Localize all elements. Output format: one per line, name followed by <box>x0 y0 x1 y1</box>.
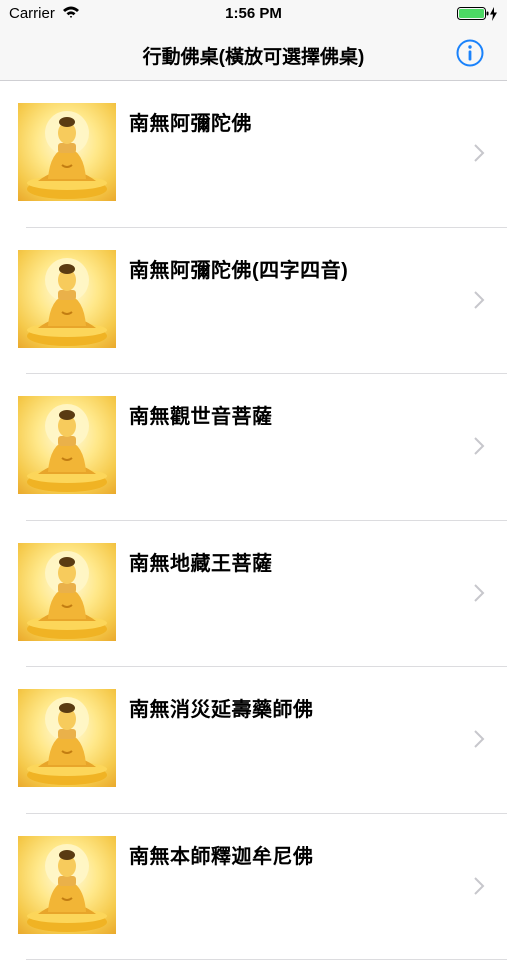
buddha-thumbnail <box>18 250 116 348</box>
list-item-label: 南無本師釋迦牟尼佛 <box>129 840 314 869</box>
list-item-label: 南無阿彌陀佛(四字四音) <box>129 254 348 283</box>
chevron-right-icon <box>473 436 485 456</box>
chevron-right-icon <box>473 583 485 603</box>
buddha-list: 南無阿彌陀佛 南無阿彌陀佛(四字四音) <box>0 81 507 960</box>
buddha-thumbnail <box>18 836 116 934</box>
battery-charging-icon <box>457 6 499 22</box>
list-item[interactable]: 南無地藏王菩薩 <box>0 521 507 668</box>
chevron-right-icon <box>473 290 485 310</box>
list-item-label: 南無觀世音菩薩 <box>129 400 273 429</box>
navigation-bar: 行動佛桌(橫放可選擇佛桌) <box>0 28 507 81</box>
list-item[interactable]: 南無觀世音菩薩 <box>0 374 507 521</box>
list-item[interactable]: 南無阿彌陀佛 <box>0 81 507 228</box>
buddha-thumbnail <box>18 103 116 201</box>
status-bar: Carrier 1:56 PM <box>0 0 507 28</box>
chevron-right-icon <box>473 876 485 896</box>
page-title: 行動佛桌(橫放可選擇佛桌) <box>0 42 507 69</box>
list-item-label: 南無阿彌陀佛 <box>129 107 252 136</box>
info-button[interactable] <box>455 38 485 68</box>
list-item-label: 南無消災延壽藥師佛 <box>129 693 314 722</box>
list-item[interactable]: 南無本師釋迦牟尼佛 <box>0 814 507 960</box>
buddha-thumbnail <box>18 543 116 641</box>
clock: 1:56 PM <box>0 5 507 22</box>
chevron-right-icon <box>473 729 485 749</box>
list-item[interactable]: 南無阿彌陀佛(四字四音) <box>0 228 507 375</box>
info-icon <box>455 38 485 68</box>
chevron-right-icon <box>473 143 485 163</box>
list-item[interactable]: 南無消災延壽藥師佛 <box>0 667 507 814</box>
buddha-thumbnail <box>18 396 116 494</box>
buddha-thumbnail <box>18 689 116 787</box>
list-item-label: 南無地藏王菩薩 <box>129 547 273 576</box>
